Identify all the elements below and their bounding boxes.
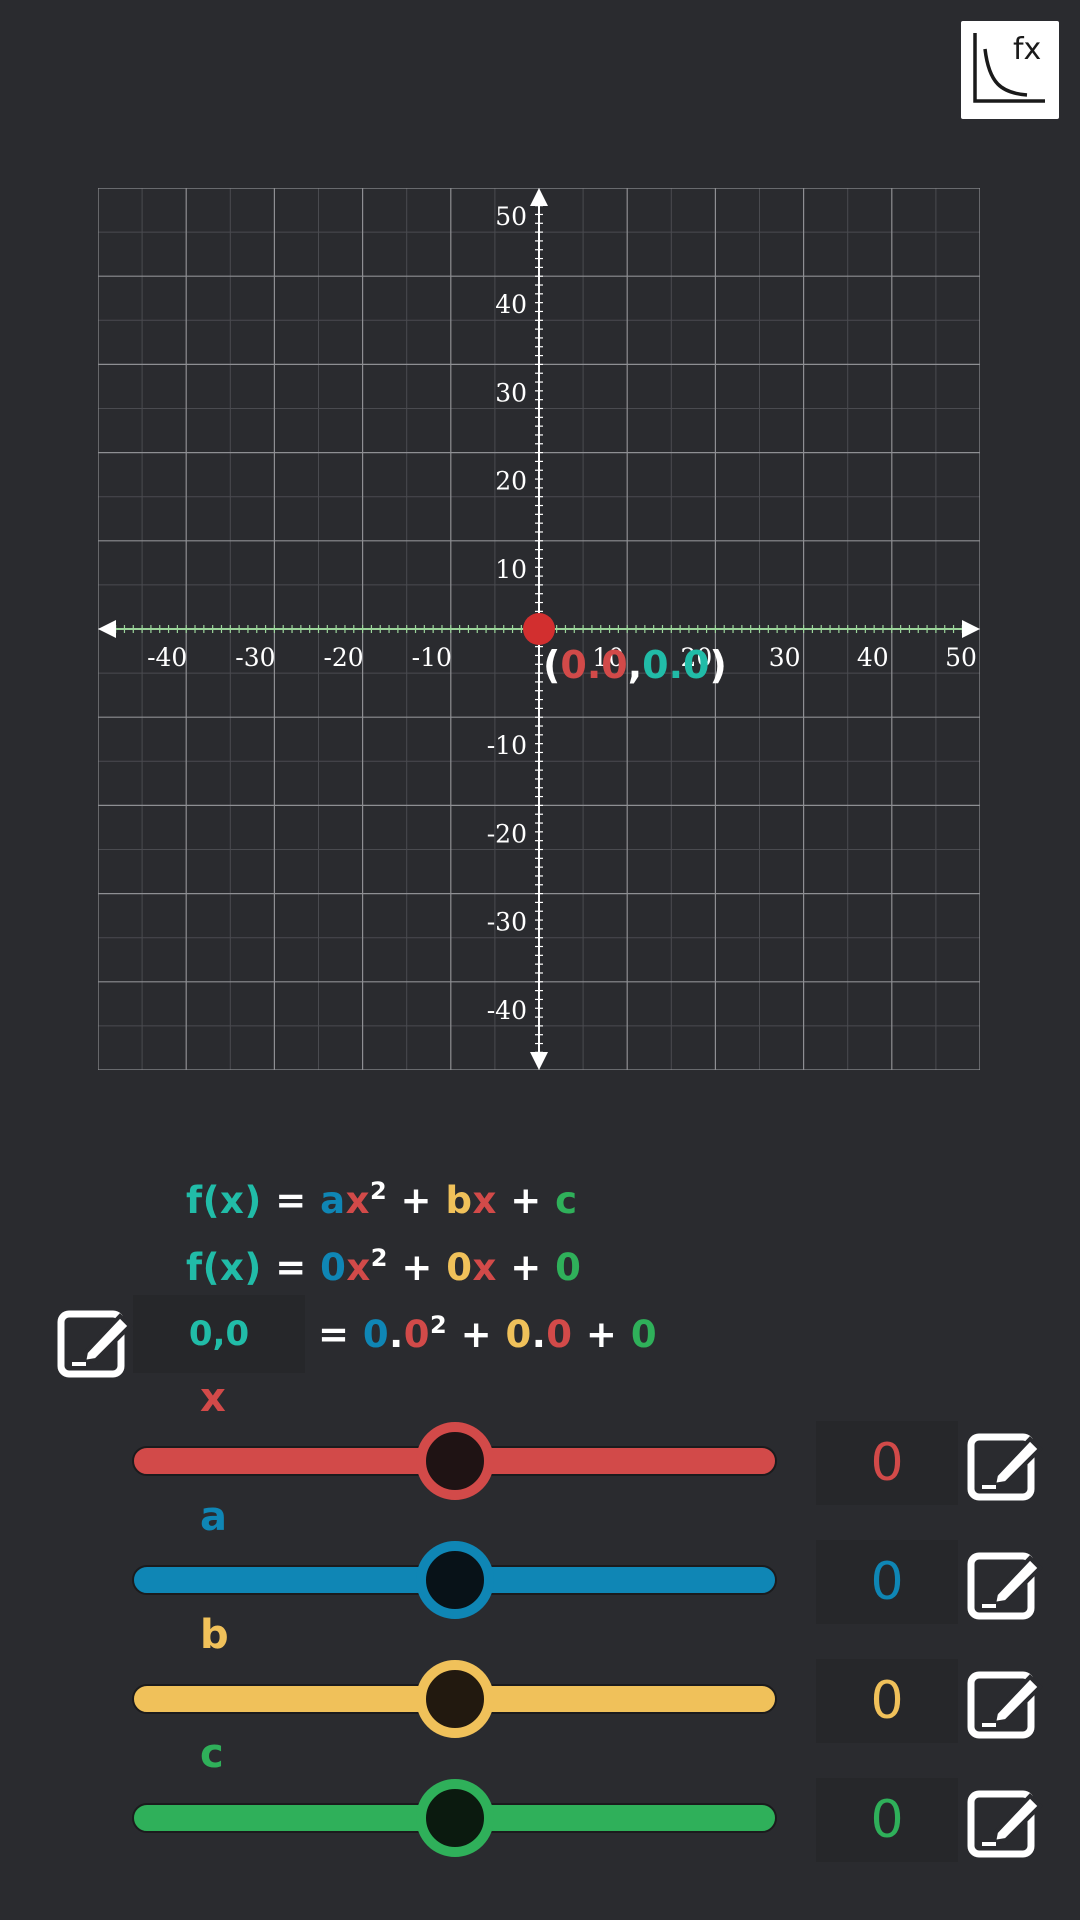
x-tick-label: -20 xyxy=(323,643,363,672)
y-tick-label: 30 xyxy=(495,378,527,407)
formula-plus: + xyxy=(510,1246,542,1289)
function-graph-icon: fx xyxy=(973,32,1045,103)
formula-a: a xyxy=(320,1179,346,1222)
x-tick-label: -30 xyxy=(235,643,275,672)
point-label-y: 0.0 xyxy=(642,643,709,687)
general-formula: f(x) = ax2 + bx + c xyxy=(186,1177,578,1222)
x-tick-label: 50 xyxy=(945,643,977,672)
formula-equals: = xyxy=(275,1246,307,1289)
plotted-point[interactable] xyxy=(523,613,555,645)
formula-lhs: f(x) xyxy=(186,1179,262,1222)
x-value-input[interactable] xyxy=(133,1295,305,1373)
slider-label-x: x xyxy=(200,1375,226,1421)
formula-x: x xyxy=(472,1246,497,1289)
formula-x: x xyxy=(345,1179,370,1222)
edit-a-button[interactable] xyxy=(966,1542,1048,1624)
formula-c-value: 0 xyxy=(630,1313,658,1356)
formula-plus: + xyxy=(585,1313,618,1356)
edit-x-button[interactable] xyxy=(966,1423,1048,1505)
slider-x-thumb[interactable] xyxy=(415,1422,494,1500)
function-graph-button[interactable]: fx xyxy=(961,21,1059,119)
formula-b: b xyxy=(445,1179,473,1222)
slider-x-value: 0 xyxy=(816,1421,958,1505)
formula-x: x xyxy=(346,1246,371,1289)
formula-square: 2 xyxy=(370,1244,388,1272)
edit-b-button[interactable] xyxy=(966,1661,1048,1743)
slider-b-thumb[interactable] xyxy=(415,1660,494,1738)
y-tick-label: 20 xyxy=(495,467,527,496)
formula-a-value: 0 xyxy=(320,1246,347,1289)
x-tick-label: -40 xyxy=(147,643,187,672)
formula-dot: . xyxy=(389,1313,404,1356)
edit-pencil-icon xyxy=(57,1310,133,1378)
formula-equals: = xyxy=(275,1179,307,1222)
formula-x-value: 0 xyxy=(546,1313,573,1356)
formula-dot: . xyxy=(531,1313,547,1356)
edit-c-button[interactable] xyxy=(966,1780,1048,1862)
slider-label-b: b xyxy=(200,1612,229,1658)
y-tick-label: -40 xyxy=(487,996,527,1025)
slider-a-thumb[interactable] xyxy=(415,1541,494,1619)
formula-plus: + xyxy=(510,1179,542,1222)
graph-canvas[interactable]: -50-40-30-20-1010203040505040302010-10-2… xyxy=(98,188,980,1070)
slider-b-value: 0 xyxy=(816,1659,958,1743)
point-label-close: ) xyxy=(709,643,726,687)
y-axis-arrow-up xyxy=(530,188,548,206)
x-tick-label: 40 xyxy=(857,643,889,672)
formula-equals: = xyxy=(318,1313,350,1356)
formula-c-value: 0 xyxy=(555,1246,582,1289)
formula-b-value: 0 xyxy=(446,1246,473,1289)
x-axis-arrow-left xyxy=(98,620,116,638)
x-tick-label: -50 xyxy=(98,643,99,672)
edit-pencil-icon xyxy=(967,1671,1043,1739)
substituted-formula: f(x) = 0x2 + 0x + 0 xyxy=(186,1244,581,1289)
x-tick-label: 30 xyxy=(769,643,801,672)
slider-a-value: 0 xyxy=(816,1540,958,1624)
fx-text: fx xyxy=(1013,32,1041,67)
formula-a-value: 0 xyxy=(362,1313,390,1356)
y-axis-arrow-down xyxy=(530,1052,548,1070)
formula-b-value: 0 xyxy=(505,1313,532,1356)
slider-label-c: c xyxy=(200,1731,224,1777)
formula-square: 2 xyxy=(429,1311,448,1339)
formula-c: c xyxy=(555,1179,578,1222)
y-tick-label: 40 xyxy=(495,290,527,319)
x-axis-arrow-right xyxy=(962,620,980,638)
point-coordinate-label: (0.0,0.0) xyxy=(543,643,727,687)
formula-plus: + xyxy=(400,1179,433,1222)
slider-c-thumb[interactable] xyxy=(415,1779,494,1857)
x-tick-label: -10 xyxy=(412,643,452,672)
formula-x-value: 0 xyxy=(403,1313,430,1356)
formula-lhs: f(x) xyxy=(186,1246,262,1289)
y-tick-label: -30 xyxy=(487,908,527,937)
formula-square: 2 xyxy=(369,1177,388,1205)
point-label-x: 0.0 xyxy=(560,643,627,687)
point-label-sep: , xyxy=(628,643,642,687)
formula-plus: + xyxy=(460,1313,493,1356)
edit-pencil-icon xyxy=(967,1552,1043,1620)
y-tick-label: -20 xyxy=(487,819,527,848)
slider-c-value: 0 xyxy=(816,1778,958,1862)
edit-pencil-icon xyxy=(967,1433,1043,1501)
y-tick-label: -10 xyxy=(487,731,527,760)
formula-plus: + xyxy=(401,1246,433,1289)
point-label-open: ( xyxy=(543,643,560,687)
formula-x: x xyxy=(472,1179,497,1222)
slider-label-a: a xyxy=(200,1494,227,1540)
y-tick-label: 10 xyxy=(495,555,527,584)
evaluated-formula: = 0.02 + 0.0 + 0 xyxy=(318,1311,657,1356)
edit-x-input-button[interactable] xyxy=(56,1300,138,1382)
y-tick-label: 50 xyxy=(495,202,527,231)
coordinate-graph[interactable]: -50-40-30-20-1010203040505040302010-10-2… xyxy=(98,188,980,1070)
edit-pencil-icon xyxy=(967,1790,1043,1858)
